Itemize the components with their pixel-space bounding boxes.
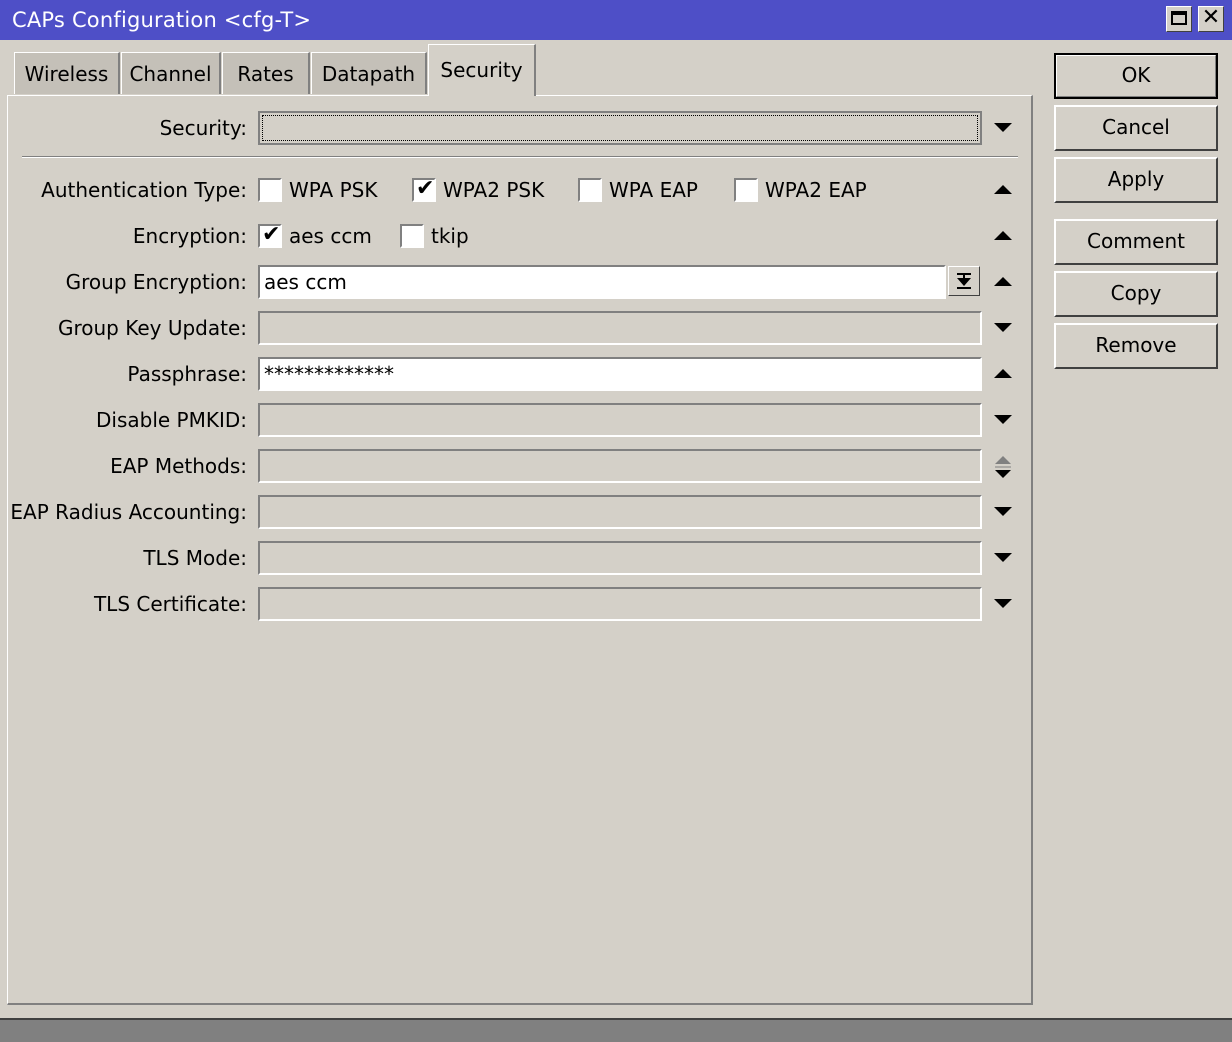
tab-label: Wireless — [24, 62, 109, 86]
eap-radius-accounting-field[interactable] — [258, 495, 982, 529]
tab-label: Datapath — [321, 62, 416, 86]
eap-radius-accounting-expand-icon[interactable] — [992, 501, 1014, 523]
close-button[interactable]: ✕ — [1198, 5, 1224, 32]
encryption-collapse-icon[interactable] — [992, 225, 1014, 247]
tls-mode-field[interactable] — [258, 541, 982, 575]
wpa-psk-label: WPA PSK — [289, 178, 378, 202]
comment-button[interactable]: Comment — [1054, 219, 1218, 265]
aes-ccm-checkbox[interactable]: ✔ — [258, 222, 282, 248]
passphrase-label: Passphrase: — [127, 362, 247, 386]
wpa-eap-label: WPA EAP — [609, 178, 698, 202]
tab-datapath[interactable]: Datapath — [311, 52, 427, 94]
window-title: CAPs Configuration <cfg-T> — [12, 8, 312, 32]
tab-channel[interactable]: Channel — [121, 52, 221, 94]
maximize-button[interactable] — [1166, 6, 1192, 32]
group-key-update-field[interactable] — [258, 311, 982, 345]
tls-certificate-field[interactable] — [258, 587, 982, 621]
wpa2-eap-checkbox[interactable] — [734, 178, 758, 202]
disable-pmkid-field[interactable] — [258, 403, 982, 437]
check-mark-icon: ✔ — [262, 222, 281, 247]
check-mark-icon: ✔ — [416, 176, 435, 201]
aes-ccm-label: aes ccm — [289, 224, 372, 248]
auth-type-collapse-icon[interactable] — [992, 179, 1014, 201]
wpa2-psk-label: WPA2 PSK — [443, 178, 545, 202]
close-icon: ✕ — [1201, 5, 1221, 30]
tab-label: Channel — [129, 62, 212, 86]
group-encryption-dropdown-button[interactable] — [948, 266, 980, 296]
security-select[interactable] — [258, 111, 982, 145]
wpa-eap-checkbox[interactable] — [578, 178, 602, 202]
apply-button-label: Apply — [1107, 167, 1165, 191]
tls-certificate-label: TLS Certificate: — [93, 592, 247, 616]
tkip-checkbox[interactable] — [400, 224, 424, 248]
passphrase-value: ************* — [264, 362, 394, 386]
apply-button[interactable]: Apply — [1054, 157, 1218, 203]
security-dropdown-arrow-icon[interactable] — [992, 117, 1014, 139]
wpa-psk-checkbox[interactable] — [258, 178, 282, 202]
disable-pmkid-expand-icon[interactable] — [992, 409, 1014, 431]
group-key-update-label: Group Key Update: — [57, 316, 247, 340]
tab-wireless[interactable]: Wireless — [14, 52, 120, 94]
dropdown-arrow-icon — [957, 273, 971, 289]
tls-mode-expand-icon[interactable] — [992, 547, 1014, 569]
desktop-background-strip — [0, 1018, 1232, 1042]
passphrase-input[interactable]: ************* — [258, 357, 982, 391]
group-encryption-label: Group Encryption: — [65, 270, 247, 294]
tls-certificate-expand-icon[interactable] — [992, 593, 1014, 615]
security-label: Security: — [159, 116, 247, 140]
focus-indicator — [262, 115, 978, 141]
title-bar[interactable]: CAPs Configuration <cfg-T> ✕ — [0, 0, 1232, 40]
tab-rates[interactable]: Rates — [222, 52, 310, 94]
eap-methods-label: EAP Methods: — [110, 454, 247, 478]
group-encryption-value: aes ccm — [264, 270, 347, 294]
cancel-button[interactable]: Cancel — [1054, 105, 1218, 151]
group-key-update-expand-icon[interactable] — [992, 317, 1014, 339]
tab-label: Rates — [237, 62, 294, 86]
tkip-label: tkip — [431, 224, 469, 248]
authentication-type-label: Authentication Type: — [41, 178, 247, 202]
copy-button-label: Copy — [1110, 281, 1162, 305]
tls-mode-label: TLS Mode: — [143, 546, 247, 570]
wpa2-eap-label: WPA2 EAP — [765, 178, 867, 202]
eap-radius-accounting-label: EAP Radius Accounting: — [10, 500, 247, 524]
cancel-button-label: Cancel — [1102, 115, 1170, 139]
copy-button[interactable]: Copy — [1054, 271, 1218, 317]
eap-methods-field[interactable] — [258, 449, 982, 483]
group-encryption-collapse-icon[interactable] — [992, 271, 1014, 293]
maximize-icon — [1171, 11, 1187, 25]
encryption-label: Encryption: — [132, 224, 247, 248]
tab-security[interactable]: Security — [428, 44, 536, 96]
section-separator — [22, 156, 1018, 158]
remove-button[interactable]: Remove — [1054, 323, 1218, 369]
wpa2-psk-checkbox[interactable]: ✔ — [412, 176, 436, 202]
ok-button[interactable]: OK — [1054, 53, 1218, 99]
disable-pmkid-label: Disable PMKID: — [95, 408, 247, 432]
comment-button-label: Comment — [1087, 229, 1185, 253]
caps-configuration-window: CAPs Configuration <cfg-T> ✕ Wireless Ch… — [0, 0, 1232, 1020]
eap-methods-up-down-icon[interactable] — [992, 454, 1014, 480]
group-encryption-select[interactable]: aes ccm — [258, 265, 946, 299]
ok-button-label: OK — [1121, 63, 1151, 87]
passphrase-collapse-icon[interactable] — [992, 363, 1014, 385]
remove-button-label: Remove — [1095, 333, 1177, 357]
tab-label: Security — [440, 58, 523, 82]
